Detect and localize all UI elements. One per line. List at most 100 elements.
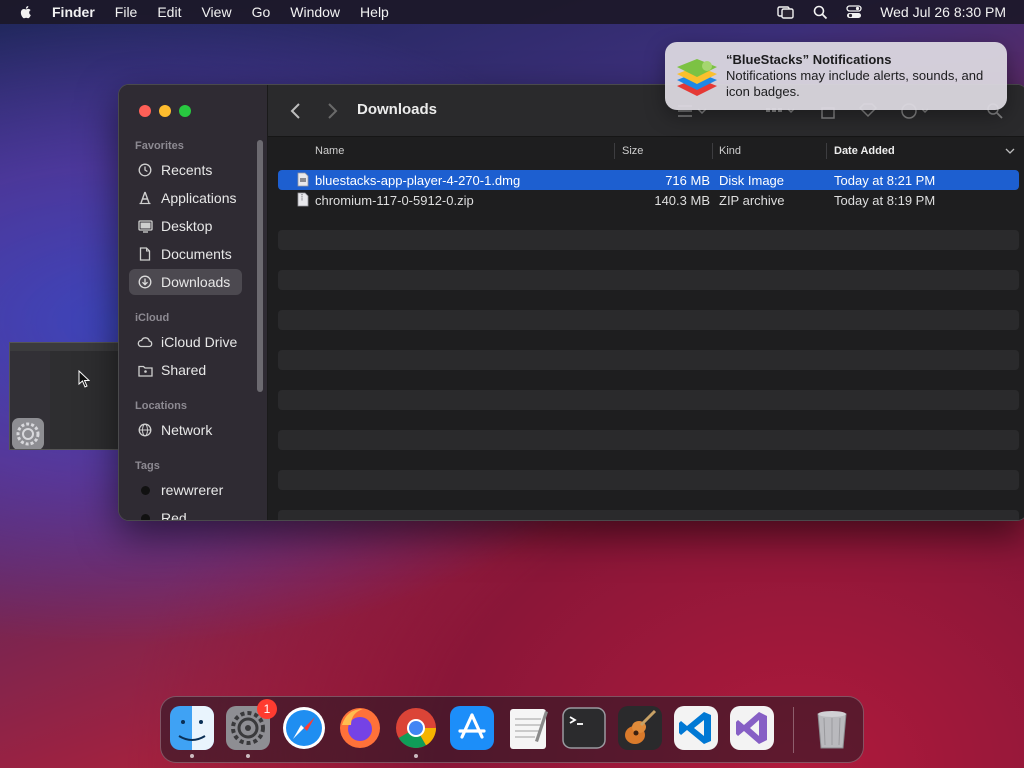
sidebar-item-label: Network — [161, 422, 213, 438]
trash-icon — [817, 711, 847, 749]
menu-go[interactable]: Go — [252, 4, 271, 20]
download-icon — [137, 274, 153, 290]
dock-item-safari[interactable] — [281, 705, 327, 751]
sidebar-item-label: Documents — [161, 246, 232, 262]
notification-title: “BlueStacks” Notifications — [726, 52, 892, 67]
finder-window[interactable]: Favorites Recents Applications Desktop D… — [118, 84, 1024, 521]
app-store-icon — [450, 706, 494, 750]
chrome-icon — [396, 708, 436, 748]
finder-icon — [170, 706, 214, 750]
terminal-icon — [562, 707, 606, 749]
sidebar-item-shared[interactable]: Shared — [129, 357, 242, 383]
running-indicator — [190, 754, 194, 758]
column-header-kind[interactable]: Kind — [719, 145, 741, 157]
notification-body: Notifications may include alerts, sounds… — [726, 68, 984, 99]
file-name: bluestacks-app-player-4-270-1.dmg — [315, 173, 521, 188]
sidebar-item-documents[interactable]: Documents — [129, 241, 242, 267]
zip-archive-file-icon — [297, 192, 309, 207]
sidebar-item-tag-rewwrerer[interactable]: rewwrerer — [129, 477, 242, 503]
column-header-date-added[interactable]: Date Added — [834, 145, 895, 157]
tag-color-dot — [137, 482, 153, 498]
clock-icon — [137, 162, 153, 178]
menu-view[interactable]: View — [201, 4, 231, 20]
file-size: 140.3 MB — [654, 193, 710, 208]
textedit-icon — [510, 709, 548, 749]
notification-badge: 1 — [257, 699, 277, 719]
column-divider[interactable] — [826, 143, 827, 159]
column-divider[interactable] — [614, 143, 615, 159]
sidebar-item-desktop[interactable]: Desktop — [129, 213, 242, 239]
globe-icon — [137, 422, 153, 438]
sidebar-section-favorites[interactable]: Favorites — [135, 140, 184, 152]
file-row[interactable]: bluestacks-app-player-4-270-1.dmg 716 MB… — [278, 170, 1019, 190]
dock-item-app-store[interactable] — [449, 705, 495, 751]
sidebar-item-downloads[interactable]: Downloads — [129, 269, 242, 295]
dock-item-vscode[interactable] — [673, 705, 719, 751]
menubar-clock[interactable]: Wed Jul 26 8:30 PM — [880, 4, 1006, 20]
disk-image-file-icon — [297, 172, 309, 187]
menu-help[interactable]: Help — [360, 4, 389, 20]
dock-item-finder[interactable] — [169, 705, 215, 751]
sidebar-item-tag-red[interactable]: Red — [129, 505, 242, 520]
sidebar-item-label: Shared — [161, 362, 207, 378]
dock-item-firefox[interactable] — [337, 705, 383, 751]
zoom-window-button[interactable] — [179, 105, 191, 117]
sidebar-scrollbar[interactable] — [257, 140, 263, 392]
shared-folder-icon — [137, 362, 153, 378]
dock-item-textedit[interactable] — [505, 705, 551, 751]
sort-descending-icon[interactable] — [1005, 148, 1015, 155]
sidebar-item-label: Recents — [161, 162, 213, 178]
empty-row — [278, 310, 1019, 330]
dock-separator — [793, 707, 794, 753]
sidebar-item-network[interactable]: Network — [129, 417, 242, 443]
sidebar-item-label: Downloads — [161, 274, 231, 290]
garageband-icon — [618, 706, 662, 750]
control-center-icon[interactable] — [846, 5, 862, 19]
sidebar-item-applications[interactable]: Applications — [129, 185, 242, 211]
applications-icon — [137, 190, 153, 206]
dock-item-visual-studio[interactable] — [729, 705, 775, 751]
menu-edit[interactable]: Edit — [157, 4, 181, 20]
firefox-icon — [340, 708, 380, 748]
sidebar-item-label: Applications — [161, 190, 237, 206]
empty-row — [278, 430, 1019, 450]
bluestacks-app-icon — [677, 59, 717, 96]
window-title: Downloads — [357, 101, 438, 118]
minimize-window-button[interactable] — [159, 105, 171, 117]
apple-icon[interactable] — [18, 4, 34, 20]
file-row[interactable]: chromium-117-0-5912-0.zip 140.3 MB ZIP a… — [278, 190, 1019, 210]
screen-mirroring-icon[interactable] — [777, 5, 795, 19]
dock-item-trash[interactable] — [809, 705, 855, 751]
column-header-size[interactable]: Size — [622, 145, 643, 157]
sidebar-item-recents[interactable]: Recents — [129, 157, 242, 183]
empty-row — [278, 350, 1019, 370]
spotlight-search-icon[interactable] — [813, 5, 828, 20]
sidebar-section-tags[interactable]: Tags — [135, 460, 160, 472]
notification-banner[interactable]: “BlueStacks” Notifications Notifications… — [665, 42, 1007, 110]
file-date-added: Today at 8:19 PM — [834, 193, 936, 208]
dock-item-terminal[interactable] — [561, 705, 607, 751]
menu-file[interactable]: File — [115, 4, 138, 20]
close-window-button[interactable] — [139, 105, 151, 117]
column-header-name[interactable]: Name — [315, 145, 344, 157]
file-kind: Disk Image — [719, 173, 785, 188]
back-chevron-icon[interactable] — [288, 101, 304, 121]
screenshot-thumbnail[interactable] — [9, 342, 119, 450]
dock-item-chrome[interactable] — [393, 705, 439, 751]
empty-row — [278, 390, 1019, 410]
column-divider[interactable] — [712, 143, 713, 159]
sidebar-item-icloud-drive[interactable]: iCloud Drive — [129, 329, 242, 355]
menu-window[interactable]: Window — [290, 4, 340, 20]
file-date-added: Today at 8:21 PM — [834, 173, 936, 188]
thumbnail-titlebar — [10, 343, 118, 351]
dock-item-garageband[interactable] — [617, 705, 663, 751]
file-size: 716 MB — [665, 173, 710, 188]
menu-app-name[interactable]: Finder — [52, 4, 95, 20]
sidebar-section-locations[interactable]: Locations — [135, 400, 187, 412]
empty-row — [278, 470, 1019, 490]
system-settings-thumbnail-icon — [12, 418, 44, 449]
sidebar-section-icloud[interactable]: iCloud — [135, 312, 169, 324]
file-kind: ZIP archive — [719, 193, 785, 208]
forward-chevron-icon[interactable] — [324, 101, 340, 121]
dock-item-system-settings[interactable]: 1 — [225, 699, 277, 751]
